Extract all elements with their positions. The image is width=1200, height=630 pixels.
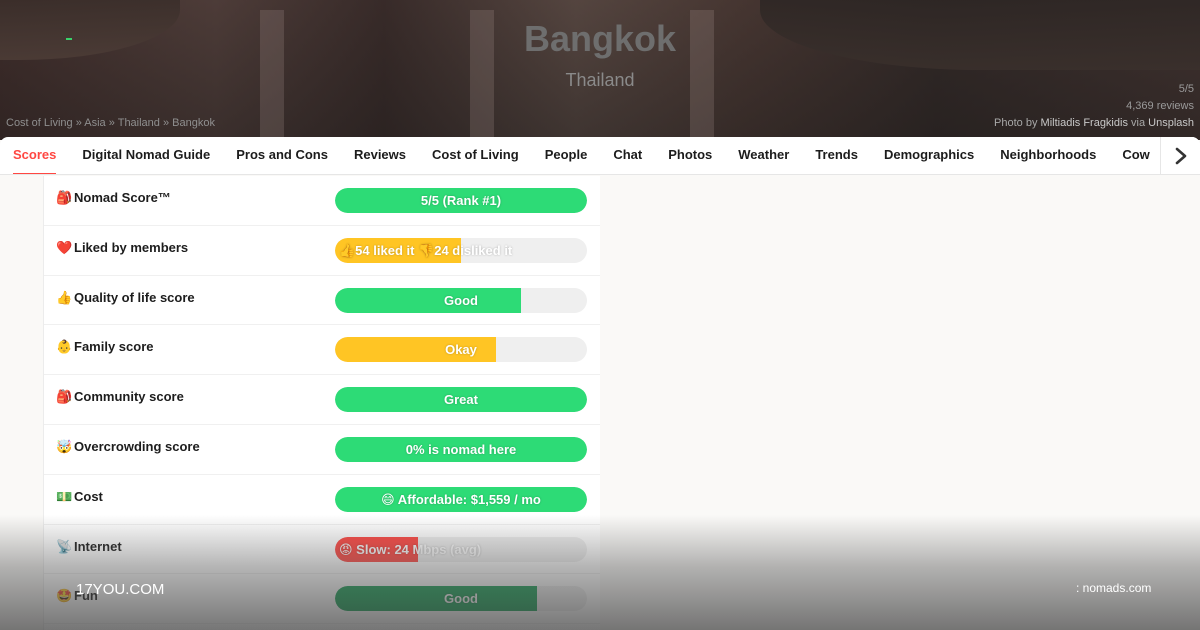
country-subtitle: Thailand [565,70,635,90]
score-label-text: Liked by members [74,239,189,255]
score-bar: 😄 Affordable: $1,559 / mo [335,486,587,512]
score-emoji-icon: 🤯 [56,438,73,454]
score-label: 💵 Cost [56,489,103,505]
score-bar-text: 👍54 liked it 👎24 disliked it [339,242,513,258]
tab-digital-nomad-guide[interactable]: Digital Nomad Guide [82,137,210,174]
watermark-left: 17YOU.COM [76,581,165,598]
score-label-text: Community score [74,389,184,405]
city-title: Bangkok [523,18,677,59]
score-emoji-icon: 💵 [56,488,73,504]
tab-neighborhoods[interactable]: Neighborhoods [1000,137,1096,174]
score-emoji-icon: 👍 [56,289,73,305]
score-bar: Okay [335,337,587,363]
tab-chat[interactable]: Chat [613,137,642,174]
breadcrumb-separator: » [159,117,173,129]
score-label: 👍 Quality of life score [56,290,195,306]
tab-pros-and-cons[interactable]: Pros and Cons [236,137,328,174]
hero-banner: Bangkok Thailand Cost of Living » Asia »… [0,0,1200,140]
score-bar: 5/5 (Rank #1) [335,188,587,213]
tab-bar: Scores Digital Nomad Guide Pros and Cons… [0,137,1200,175]
score-label: 👶 Family score [56,339,154,355]
score-label-text: Family score [74,339,154,355]
score-label-text: Overcrowding score [74,438,200,454]
review-count[interactable]: 4,369 reviews [1126,100,1194,112]
tab-people[interactable]: People [545,137,588,174]
photographer-link[interactable]: Miltiadis Fragkidis [1041,117,1128,129]
score-label: 🤯 Overcrowding score [56,439,200,455]
score-bar-text: 😄 Affordable: $1,559 / mo [381,491,541,507]
photo-credit-prefix: Photo by [994,117,1038,129]
score-bar-text: Good [444,292,478,308]
tab-demographics[interactable]: Demographics [884,137,974,174]
bottom-overlay [0,515,1200,630]
photo-credit: Photo by Miltiadis Fragkidis via Unsplas… [994,117,1194,129]
tab-photos[interactable]: Photos [668,137,712,174]
score-bar: 👍54 liked it 👎24 disliked it [335,237,587,263]
breadcrumb-item[interactable]: Asia [84,117,105,129]
score-emoji-icon: ❤️ [56,239,73,255]
tabs-scroll-next-button[interactable] [1160,137,1200,174]
tab-cost-of-living[interactable]: Cost of Living [432,137,519,174]
score-emoji-icon: 🎒 [56,389,73,405]
breadcrumb-item[interactable]: Cost of Living [6,117,73,129]
score-bar-text: Okay [445,342,477,358]
watermark-right: : nomads.com [1076,581,1152,595]
overall-score: 5/5 [1178,83,1194,95]
score-row[interactable]: ❤️ Liked by members 👍54 liked it 👎24 disli… [44,226,600,276]
breadcrumb-separator: » [72,117,85,129]
score-bar-text: 5/5 (Rank #1) [420,193,502,208]
breadcrumb-separator: » [105,117,118,129]
tab-reviews[interactable]: Reviews [354,137,406,174]
chevron-right-icon [1175,147,1186,165]
score-bar: 0% is nomad here [335,436,587,462]
score-emoji-icon: 👶 [56,339,73,355]
score-emoji-icon: 🎒 [56,190,73,205]
tab-trends[interactable]: Trends [815,137,858,174]
score-bar: Good [335,287,587,313]
breadcrumb: Cost of Living » Asia » Thailand » Bangk… [6,117,215,129]
score-bar-text: 0% is nomad here [405,441,517,457]
tab-weather[interactable]: Weather [738,137,789,174]
score-label-text: Cost [74,488,103,504]
photo-credit-via: via [1131,117,1146,129]
tab-cow[interactable]: Cow [1122,137,1149,174]
score-label: 🎒 Community score [56,389,184,405]
score-row[interactable]: 👶 Family score Okay [44,325,600,376]
score-row[interactable]: 🎒 Community score Great [44,375,600,425]
photo-source-link[interactable]: Unsplash [1148,117,1194,129]
score-row[interactable]: 👍 Quality of life score Good [44,276,600,326]
tab-scores[interactable]: Scores [13,137,57,174]
score-label-text: Quality of life score [74,289,195,305]
breadcrumb-item[interactable]: Bangkok [172,117,215,129]
score-label: 🎒 Nomad Score™ [56,190,171,206]
breadcrumb-item[interactable]: Thailand [118,117,160,129]
score-label: ❤️ Liked by members [56,240,188,256]
score-row[interactable]: 🤯 Overcrowding score 0% is nomad here [44,425,600,475]
score-bar-text: Great [444,392,478,408]
score-label-text: Nomad Score™ [74,190,171,205]
score-bar: Great [335,387,587,413]
score-row[interactable]: 🎒 Nomad Score™ 5/5 (Rank #1) [44,176,600,226]
